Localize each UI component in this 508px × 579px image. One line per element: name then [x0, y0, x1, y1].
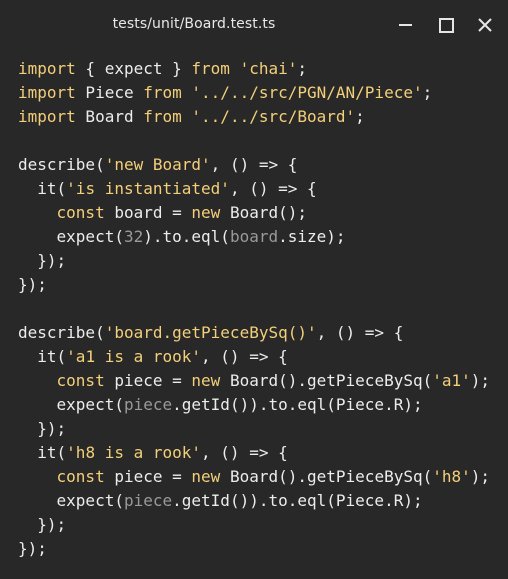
code-token: 32: [123, 227, 144, 246]
code-token: '../../src/PGN/AN/Piece': [191, 83, 423, 102]
code-line: import Piece from '../../src/PGN/AN/Piec…: [18, 81, 490, 105]
code-token: new: [191, 467, 221, 486]
code-token: it(: [18, 443, 67, 462]
code-token: .getId()).to.eql(Piece.R);: [172, 491, 423, 510]
code-token: 'h8 is a rook': [66, 443, 202, 462]
maximize-icon: [438, 17, 454, 33]
code-line: describe('new Board', () => {: [18, 153, 490, 177]
code-token: );: [470, 371, 491, 390]
code-token: import: [18, 59, 76, 78]
code-token: , () => {: [210, 155, 298, 174]
code-line: describe('board.getPieceBySq()', () => {: [18, 321, 490, 345]
code-token: const: [56, 467, 105, 486]
code-line: expect(piece.getId()).to.eql(Piece.R);: [18, 489, 490, 513]
code-token: from: [143, 83, 182, 102]
code-token: 'board.getPieceBySq()': [104, 323, 317, 342]
maximize-button[interactable]: [434, 13, 458, 37]
code-token: new: [191, 203, 221, 222]
code-token: piece =: [104, 371, 192, 390]
code-token: expect(: [18, 395, 124, 414]
code-line: expect(32).to.eql(board.size);: [18, 225, 490, 249]
code-token: board =: [104, 203, 192, 222]
code-line: expect(piece.getId()).to.eql(Piece.R);: [18, 393, 490, 417]
code-line: import Board from '../../src/Board';: [18, 105, 490, 129]
code-token: Piece: [75, 83, 144, 102]
code-token: piece: [123, 491, 173, 510]
code-line: });: [18, 513, 490, 537]
close-icon: [478, 18, 492, 32]
window-title: tests/unit/Board.test.ts: [112, 16, 276, 32]
code-token: it(: [18, 347, 67, 366]
minimize-icon: [398, 24, 412, 26]
code-token: { expect }: [75, 59, 192, 78]
close-button[interactable]: [473, 13, 497, 37]
code-token: ;: [297, 59, 307, 78]
code-token: 'h8': [432, 467, 471, 486]
code-token: 'a1': [432, 371, 471, 390]
code-token: piece =: [104, 467, 192, 486]
code-token: expect(: [18, 227, 124, 246]
code-token: new: [191, 371, 221, 390]
code-token: it(: [18, 179, 67, 198]
code-token: });: [18, 275, 47, 294]
code-token: 'is instantiated': [66, 179, 230, 198]
code-line: });: [18, 273, 490, 297]
code-token: piece: [123, 395, 173, 414]
code-token: describe(: [18, 323, 105, 342]
code-token: Board().getPieceBySq(: [220, 467, 433, 486]
code-token: 'new Board': [104, 155, 211, 174]
minimize-button[interactable]: [393, 13, 417, 37]
code-token: ;: [422, 83, 433, 102]
code-line: const board = new Board();: [18, 201, 490, 225]
code-line: import { expect } from 'chai';: [18, 57, 490, 81]
code-token: );: [470, 467, 491, 486]
code-line: });: [18, 249, 490, 273]
code-token: board: [229, 227, 279, 246]
code-token: describe(: [18, 155, 105, 174]
code-token: const: [56, 203, 105, 222]
code-token: , () => {: [229, 179, 317, 198]
code-token: import: [18, 83, 76, 102]
code-token: expect(: [18, 491, 124, 510]
code-token: ;: [355, 107, 365, 126]
code-token: ).to.eql(: [143, 227, 230, 246]
code-token: Board().getPieceBySq(: [220, 371, 433, 390]
code-token: });: [18, 251, 67, 270]
code-line: });: [18, 537, 490, 561]
code-line: const piece = new Board().getPieceBySq('…: [18, 369, 491, 393]
code-token: });: [18, 515, 67, 534]
code-token: const: [56, 371, 105, 390]
code-token: , () => {: [201, 443, 288, 462]
code-token: });: [18, 539, 47, 558]
code-token: , () => {: [201, 347, 288, 366]
code-token: Board();: [220, 203, 308, 222]
code-line: it('h8 is a rook', () => {: [18, 441, 490, 465]
code-line: });: [18, 417, 490, 441]
code-token: import: [18, 107, 76, 126]
code-token: '../../src/Board': [191, 107, 356, 126]
code-token: .size);: [278, 227, 346, 246]
code-line: it('a1 is a rook', () => {: [18, 345, 490, 369]
code-token: 'chai': [239, 59, 298, 78]
code-token: });: [18, 419, 67, 438]
code-token: 'a1 is a rook': [66, 347, 202, 366]
code-token: from: [143, 107, 182, 126]
code-editor[interactable]: import { expect } from 'chai'; import Pie…: [18, 57, 490, 561]
code-token: , () => {: [316, 323, 404, 342]
code-line: it('is instantiated', () => {: [18, 177, 490, 201]
code-token: from: [191, 59, 230, 78]
code-token: .getId()).to.eql(Piece.R);: [172, 395, 423, 414]
title-bar: tests/unit/Board.test.ts: [0, 0, 508, 50]
code-token: Board: [75, 107, 144, 126]
code-line: const piece = new Board().getPieceBySq('…: [18, 465, 491, 489]
